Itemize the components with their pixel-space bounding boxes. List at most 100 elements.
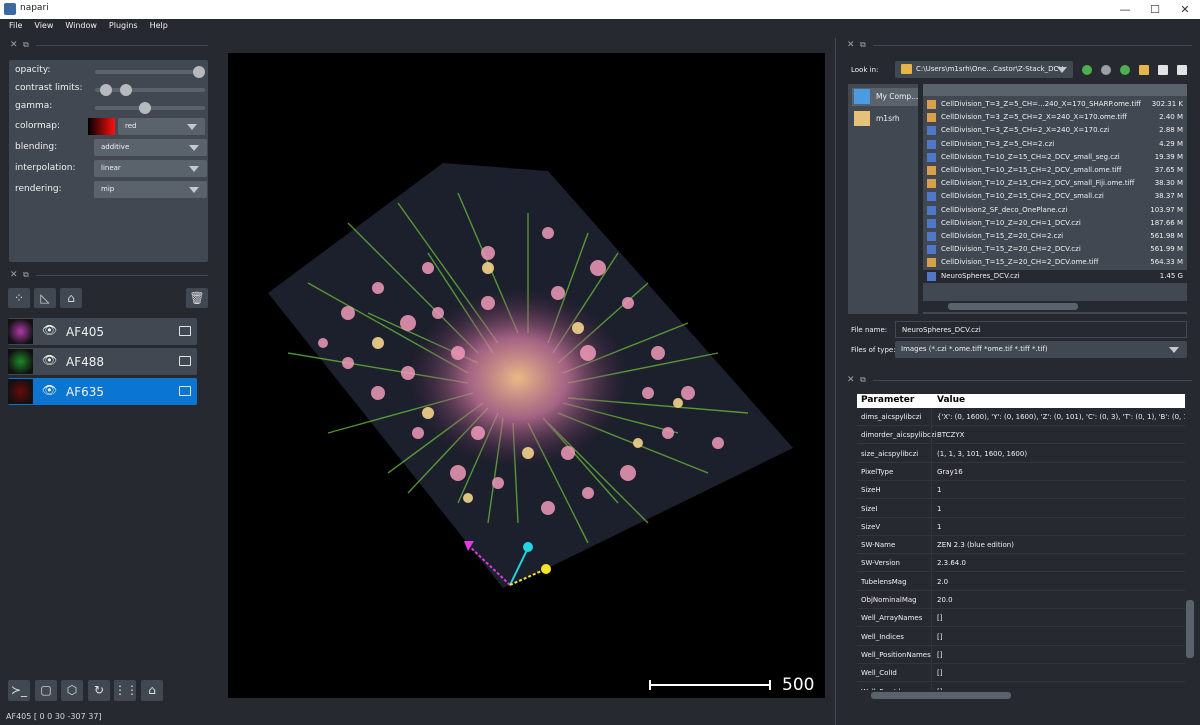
roll-dims-button[interactable]: ↻ bbox=[88, 680, 110, 701]
detail-view-icon[interactable] bbox=[1177, 65, 1187, 75]
gamma-slider-handle[interactable] bbox=[139, 102, 152, 114]
menu-file[interactable]: File bbox=[3, 19, 28, 35]
minimize-button[interactable]: — bbox=[1110, 1, 1140, 18]
opacity-slider-handle[interactable] bbox=[193, 66, 205, 78]
close-dock-icon[interactable]: ✕ bbox=[847, 40, 855, 50]
home-button[interactable]: ⌂ bbox=[141, 680, 163, 701]
back-arrow-icon[interactable] bbox=[1082, 65, 1092, 75]
float-dock-icon[interactable]: ⧉ bbox=[23, 40, 29, 50]
metadata-row[interactable]: TubelensMag 2.0 bbox=[857, 572, 1185, 591]
column-header-value[interactable]: Value bbox=[937, 395, 965, 405]
file-list-row[interactable]: CellDivision_T=3_Z=5_CH=...240_X=170_SHA… bbox=[923, 98, 1187, 111]
ndisplay-2d-button[interactable]: ▢ bbox=[35, 680, 57, 701]
eye-icon[interactable]: 👁 bbox=[42, 353, 57, 367]
metadata-vertical-scrollbar[interactable] bbox=[1185, 394, 1195, 690]
colormap-select[interactable]: red bbox=[118, 118, 205, 135]
close-dock-icon[interactable]: ✕ bbox=[10, 270, 18, 280]
metadata-row[interactable]: ObjNominalMag 20.0 bbox=[857, 591, 1185, 609]
file-list-row[interactable]: CellDivision_T=10_Z=15_CH=2_DCV_small_Fi… bbox=[923, 177, 1187, 190]
metadata-horizontal-scrollbar[interactable] bbox=[857, 690, 1185, 700]
metadata-row[interactable]: Well_PositionNames [] bbox=[857, 645, 1185, 664]
new-shapes-layer-button[interactable]: ◺ bbox=[34, 288, 56, 308]
menu-plugins[interactable]: Plugins bbox=[103, 19, 144, 35]
file-list-horizontal-scrollbar[interactable] bbox=[923, 301, 1187, 312]
float-dock-icon[interactable]: ⧉ bbox=[860, 40, 866, 50]
file-list-row[interactable]: CellDivision_T=10_Z=20_CH=1_DCV.czi 187.6… bbox=[923, 217, 1187, 230]
metadata-row[interactable]: dims_aicspylibczi {'X': (0, 1600), 'Y': (… bbox=[857, 408, 1185, 426]
parent-directory-icon[interactable] bbox=[1120, 65, 1130, 75]
gamma-slider[interactable] bbox=[95, 102, 205, 114]
contrast-limits-slider[interactable] bbox=[95, 84, 205, 96]
metadata-value: [] bbox=[937, 669, 943, 678]
new-folder-icon[interactable] bbox=[1139, 65, 1149, 75]
file-list-row[interactable]: CellDivision_T=10_Z=15_CH=2_DCV_small.cz… bbox=[923, 190, 1187, 203]
metadata-row[interactable]: SizeI 1 bbox=[857, 499, 1185, 518]
menu-help[interactable]: Help bbox=[144, 19, 174, 35]
close-dock-icon[interactable]: ✕ bbox=[10, 40, 18, 50]
metadata-row[interactable]: size_aicspylibczi (1, 1, 3, 101, 1600, 16… bbox=[857, 444, 1185, 463]
console-button[interactable]: ≻_ bbox=[8, 680, 30, 701]
layer-item-af635[interactable]: 👁 AF635 bbox=[8, 378, 197, 405]
file-list-row[interactable]: CellDivision_T=10_Z=15_CH=2_DCV_small_se… bbox=[923, 151, 1187, 164]
file-name-input[interactable]: NeuroSpheres_DCV.czi bbox=[895, 321, 1187, 338]
list-view-icon[interactable] bbox=[1158, 65, 1168, 75]
metadata-row[interactable]: SizeH 1 bbox=[857, 481, 1185, 500]
metadata-row[interactable]: SW-Name ZEN 2.3 (blue edition) bbox=[857, 536, 1185, 555]
contrast-max-handle[interactable] bbox=[119, 84, 132, 96]
interpolation-select[interactable]: linear bbox=[94, 160, 207, 177]
sidebar-item-user-home[interactable]: m1srh bbox=[852, 110, 918, 128]
file-list-row[interactable]: CellDivision2_SF_deco_OnePlane.czi 103.97… bbox=[923, 204, 1187, 217]
dock-splitter[interactable] bbox=[835, 38, 836, 725]
column-divider bbox=[931, 426, 932, 445]
layer-item-af488[interactable]: 👁 AF488 bbox=[8, 348, 197, 375]
file-name: CellDivision2_SF_deco_OnePlane.czi bbox=[941, 205, 1068, 214]
metadata-row[interactable]: Well_RowId[] bbox=[857, 682, 1185, 690]
sidebar-item-my-computer[interactable]: My Comp... bbox=[852, 88, 918, 106]
delete-layer-button[interactable]: 🗑 bbox=[186, 288, 208, 308]
file-list-row[interactable]: CellDivision_T=15_Z=20_CH=2_DCV.czi 561.9… bbox=[923, 243, 1187, 256]
new-points-layer-button[interactable]: ⁘ bbox=[8, 288, 30, 308]
metadata-row[interactable]: SizeV 1 bbox=[857, 517, 1185, 536]
column-header-parameter[interactable]: Parameter bbox=[861, 395, 914, 405]
file-list-row[interactable]: NeuroSpheres_DCV.czi 1.45 G bbox=[923, 269, 1187, 283]
metadata-row[interactable]: Well_ArrayNames [] bbox=[857, 609, 1185, 628]
menu-window[interactable]: Window bbox=[59, 19, 103, 35]
forward-arrow-icon[interactable] bbox=[1101, 65, 1111, 75]
menu-view[interactable]: View bbox=[28, 19, 59, 35]
scale-bar bbox=[649, 680, 771, 690]
file-list-row[interactable]: CellDivision_T=15_Z=20_CH=2.czi 561.98 M bbox=[923, 230, 1187, 243]
tiff-file-icon bbox=[927, 258, 936, 268]
maximize-button[interactable]: ☐ bbox=[1140, 1, 1170, 18]
blending-select[interactable]: additive bbox=[94, 139, 207, 156]
grid-view-button[interactable]: ⋮⋮ bbox=[114, 680, 138, 701]
colormap-value: red bbox=[125, 122, 137, 130]
metadata-row[interactable]: SW-Version 2.3.64.0 bbox=[857, 554, 1185, 573]
metadata-row[interactable]: dimorder_aicspylibczi BTCZYX bbox=[857, 426, 1185, 445]
close-window-button[interactable]: ✕ bbox=[1170, 1, 1200, 18]
file-list-row[interactable]: CellDivision_T=3_Z=5_CH=2_X=240_X=170.cz… bbox=[923, 124, 1187, 137]
metadata-row[interactable]: PixelType Gray16 bbox=[857, 462, 1185, 481]
chevron-down-icon bbox=[1057, 67, 1067, 73]
ndisplay-3d-button[interactable]: ⬡ bbox=[61, 680, 83, 701]
look-in-select[interactable]: C:\Users\m1srh\One...Castor\Z-Stack_DCV bbox=[895, 61, 1073, 78]
contrast-min-handle[interactable] bbox=[99, 84, 112, 96]
eye-icon[interactable]: 👁 bbox=[42, 383, 57, 397]
opacity-slider[interactable] bbox=[95, 66, 205, 78]
file-list-row[interactable]: CellDivision_T=3_Z=5_CH=2.czi 4.29 M bbox=[923, 138, 1187, 151]
file-name: CellDivision_T=3_Z=5_CH=2.czi bbox=[941, 139, 1055, 148]
file-list-row[interactable]: CellDivision_T=3_Z=5_CH=2_X=240_X=170.om… bbox=[923, 111, 1187, 124]
chevron-down-icon bbox=[189, 166, 199, 172]
eye-icon[interactable]: 👁 bbox=[42, 323, 57, 337]
viewer-canvas[interactable]: 500 bbox=[228, 53, 825, 698]
file-list-row[interactable]: CellDivision_T=10_Z=15_CH=2_DCV_small.om… bbox=[923, 164, 1187, 177]
metadata-row[interactable]: Well_Indices [] bbox=[857, 627, 1185, 646]
file-type-select[interactable]: Images (*.czi *.ome.tiff *ome.tif *.tiff… bbox=[895, 341, 1187, 358]
file-name-label: File name: bbox=[851, 326, 888, 334]
float-dock-icon[interactable]: ⧉ bbox=[23, 270, 29, 280]
rendering-select[interactable]: mip bbox=[94, 181, 207, 198]
file-name: NeuroSpheres_DCV.czi bbox=[941, 271, 1020, 280]
file-list-row[interactable]: CellDivision_T=15_Z=20_CH=2_DCV.ome.tiff… bbox=[923, 256, 1187, 269]
layer-item-af405[interactable]: 👁 AF405 bbox=[8, 318, 197, 345]
metadata-row[interactable]: Well_ColId [] bbox=[857, 664, 1185, 683]
new-labels-layer-button[interactable]: ⌂ bbox=[60, 288, 82, 308]
